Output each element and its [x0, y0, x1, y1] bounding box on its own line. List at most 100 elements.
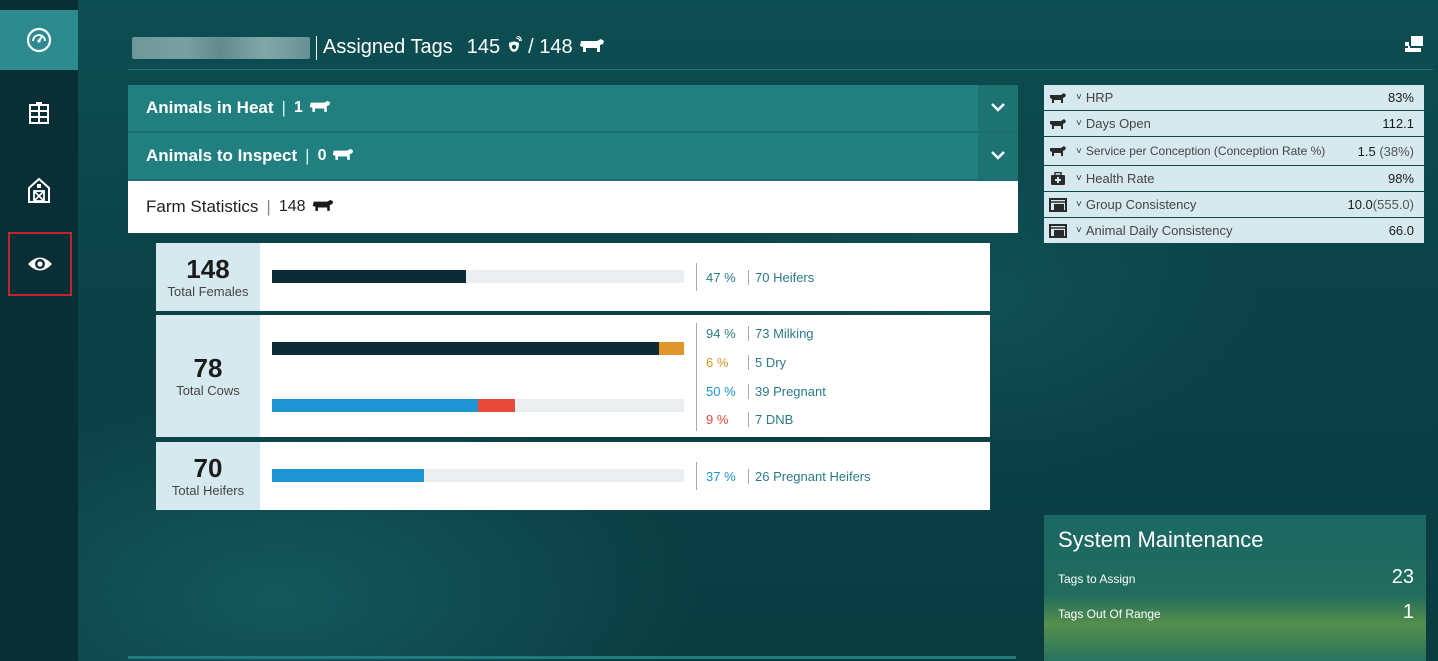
bar-cows-milking-dry — [272, 342, 684, 355]
kpi-label: HRP — [1085, 90, 1114, 105]
accordion-animals-to-inspect[interactable]: Animals to Inspect | 0 — [128, 133, 1018, 181]
medical-kit-icon — [1044, 166, 1072, 191]
kpi-main-value: 66.0 — [1388, 223, 1414, 238]
stat-box: 148 Total Females — [156, 243, 260, 311]
sidebar — [0, 0, 78, 661]
kpi-value: 66.0 — [1389, 223, 1414, 238]
chevron-down-icon[interactable]: ˅ — [1076, 173, 1082, 184]
dashboard-icon — [25, 26, 53, 54]
chevron-down-icon — [991, 99, 1005, 117]
kpi-value: 112.1 — [1382, 116, 1414, 131]
panel-bottom-border — [128, 656, 1016, 659]
percent-pregnant-heifers: 37 % — [706, 469, 736, 484]
building-icon — [28, 101, 50, 125]
bar-segment-pregnant — [272, 399, 478, 412]
label-pregnant-heifers: 26 Pregnant Heifers — [748, 469, 871, 484]
chevron-down-icon[interactable]: ˅ — [1076, 92, 1082, 103]
kpi-row-hrp[interactable]: ˅ HRP 83% — [1044, 85, 1424, 110]
cow-group-icon — [1044, 139, 1072, 164]
pipe-divider: | — [305, 146, 310, 165]
percent-dry: 6 % — [706, 355, 729, 370]
farm-stats-label: Farm Statistics — [146, 197, 259, 216]
stat-number: 148 — [186, 253, 230, 284]
left-panel: Animals in Heat | 1 Animals to Inspect |… — [128, 85, 1018, 233]
sidebar-item-building[interactable] — [0, 80, 78, 146]
kpi-label: Group Consistency — [1085, 197, 1197, 212]
sm-label: Tags to Assign — [1058, 572, 1136, 586]
cow-icon — [579, 36, 605, 59]
farm-stats-count: 148 — [278, 198, 306, 215]
farm-statistics-header[interactable]: Farm Statistics | 148 — [128, 181, 1018, 233]
kpi-row-animal-daily-consistency[interactable]: ˅ Animal Daily Consistency 66.0 — [1044, 218, 1424, 243]
tag-count: 145 — [466, 36, 501, 58]
cow-icon — [312, 198, 334, 217]
accordion-label: Animals to Inspect — [146, 146, 298, 165]
label-milking: 73 Milking — [748, 326, 814, 341]
tag-icon — [506, 34, 523, 60]
bar-females-heifers — [272, 270, 684, 283]
stat-number: 70 — [193, 452, 223, 483]
percent-dnb: 9 % — [706, 412, 729, 427]
expand-chevron-button[interactable] — [978, 85, 1018, 131]
kpi-label: Health Rate — [1085, 171, 1155, 186]
sidebar-item-dashboard[interactable] — [0, 10, 78, 70]
vertical-divider — [696, 462, 697, 490]
tags-to-assign-row[interactable]: Tags to Assign 23 — [1058, 566, 1414, 588]
kpi-value: 83% — [1388, 90, 1414, 105]
layout-toggle-icon[interactable] — [1405, 36, 1423, 57]
vertical-divider — [696, 323, 697, 431]
kpi-row-group-consistency[interactable]: ˅ Group Consistency 10.0(555.0) — [1044, 192, 1424, 217]
cow-group-icon — [1044, 85, 1072, 110]
stat-card-cows: 78 Total Cows 94 % 73 Milking 6 % 5 Dry … — [156, 315, 990, 437]
accordion-count: 1 — [293, 99, 303, 116]
barn-icon — [26, 176, 52, 204]
percent-milking: 94 % — [706, 326, 736, 341]
kpi-label: Service per Conception (Conception Rate … — [1085, 144, 1326, 158]
pipe-divider: | — [266, 197, 271, 216]
chevron-down-icon[interactable]: ˅ — [1076, 146, 1082, 157]
percent-pregnant: 50 % — [706, 384, 736, 399]
chevron-down-icon[interactable]: ˅ — [1076, 225, 1082, 236]
kpi-sub-value: (555.0) — [1372, 197, 1414, 212]
kpi-row-days-open[interactable]: ˅ Days Open 112.1 — [1044, 111, 1424, 136]
bar-segment-heifers — [272, 270, 466, 283]
chevron-down-icon — [991, 147, 1005, 165]
kpi-row-health-rate[interactable]: ˅ Health Rate 98% — [1044, 166, 1424, 191]
bar-heifers-pregnant — [272, 469, 684, 482]
animal-count: / 148 — [528, 36, 573, 58]
accordion-count: 0 — [317, 147, 327, 164]
kpi-main-value: 1.5 — [1357, 143, 1376, 159]
kpi-sub-value: (38%) — [1379, 143, 1414, 159]
farm-name-redacted — [132, 36, 310, 59]
tag-counts: 145 / 148 — [466, 34, 605, 60]
system-maintenance-title: System Maintenance — [1058, 527, 1264, 552]
stat-card-heifers: 70 Total Heifers 37 % 26 Pregnant Heifer… — [156, 442, 990, 510]
kpi-main-value: 83% — [1387, 90, 1414, 105]
label-heifers: 70 Heifers — [748, 270, 814, 285]
sidebar-item-eye[interactable] — [8, 232, 72, 296]
expand-chevron-button[interactable] — [978, 133, 1018, 179]
stat-card-females: 148 Total Females 47 % 70 Heifers — [156, 243, 990, 311]
accordion-label: Animals in Heat — [146, 98, 274, 117]
tags-out-of-range-row[interactable]: Tags Out Of Range 1 — [1058, 601, 1414, 623]
bar-segment-pregnant-heifers — [272, 469, 424, 482]
vertical-divider — [696, 263, 697, 291]
feed-bin-icon — [1044, 218, 1072, 243]
stat-box: 78 Total Cows — [156, 315, 260, 437]
sidebar-item-barn[interactable] — [0, 157, 78, 223]
cow-group-icon — [1044, 111, 1072, 136]
kpi-value: 10.0(555.0) — [1347, 197, 1414, 212]
kpi-row-service-per-conception[interactable]: ˅ Service per Conception (Conception Rat… — [1044, 137, 1424, 165]
eye-icon — [27, 255, 53, 273]
sm-value: 1 — [1402, 601, 1414, 623]
bar-cows-pregnant-dnb — [272, 399, 684, 412]
stat-box: 70 Total Heifers — [156, 442, 260, 510]
kpi-main-value: 112.1 — [1382, 116, 1414, 131]
kpi-value: 98% — [1388, 171, 1414, 186]
bar-segment-dry — [659, 342, 684, 355]
accordion-animals-in-heat[interactable]: Animals in Heat | 1 — [128, 85, 1018, 133]
cow-icon — [332, 147, 354, 166]
chevron-down-icon[interactable]: ˅ — [1076, 199, 1082, 210]
chevron-down-icon[interactable]: ˅ — [1076, 118, 1082, 129]
stat-caption: Total Heifers — [171, 482, 245, 498]
